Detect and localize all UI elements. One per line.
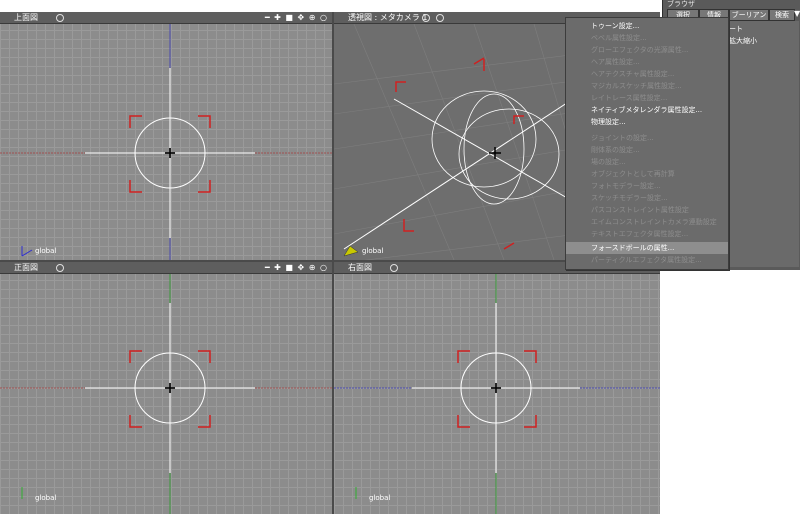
viewport-top-axis-label: global (35, 247, 57, 255)
menu-item-forced-ball[interactable]: フォースドボールの属性... (566, 242, 728, 254)
menu-item-hair-texture[interactable]: ヘアテクスチャ属性設定... (566, 68, 728, 80)
context-menu: トゥーン設定... ベベル属性設定... グローエフェクタの光源属性... ヘア… (565, 17, 729, 270)
viewport-right-scene (334, 274, 660, 514)
menu-item-text-effector[interactable]: テキストエフェクタ属性設定... (566, 228, 728, 240)
menu-item-glow[interactable]: グローエフェクタの光源属性... (566, 44, 728, 56)
browser-tab-boolean[interactable]: ブーリアン (729, 9, 769, 21)
viewport-front-tools[interactable]: ━ ✚ ■ ✥ ⊕ ○ (265, 262, 328, 273)
menu-item-photo-modeler[interactable]: フォトモデラー設定... (566, 180, 728, 192)
browser-row-1[interactable]: 拡大縮小 (729, 36, 757, 46)
viewport-perspective-camera-icon[interactable] (436, 14, 444, 22)
viewport-top-options-icon[interactable] (56, 14, 64, 22)
viewport-right[interactable]: 右面図 ━ ✚ ■ ✥ ⊕ ○ global (334, 262, 660, 514)
viewport-front-axis-label: global (35, 494, 57, 502)
viewport-front[interactable]: 正面図 ━ ✚ ■ ✥ ⊕ ○ global (0, 262, 332, 514)
viewport-top-title[interactable]: 上面図 (14, 12, 38, 23)
menu-item-bevel[interactable]: ベベル属性設定... (566, 32, 728, 44)
menu-item-recalculate[interactable]: オブジェクトとして再計算 (566, 168, 728, 180)
menu-item-sketch-modeler[interactable]: スケッチモデラー設定... (566, 192, 728, 204)
menu-item-toon[interactable]: トゥーン設定... (566, 20, 728, 32)
browser-panel-body (727, 21, 799, 267)
viewport-perspective-options-icon[interactable] (422, 14, 430, 22)
browser-tab-search[interactable]: 検索 (769, 9, 795, 21)
viewport-front-options-icon[interactable] (56, 264, 64, 272)
viewport-top[interactable]: 上面図 ━ ✚ ■ ✥ ⊕ ○ global (0, 12, 332, 260)
browser-menu-icon[interactable]: ▼ (794, 9, 800, 18)
viewport-perspective-title[interactable]: 透視図 : メタカメラ 1 (348, 12, 427, 23)
viewport-right-title[interactable]: 右面図 (348, 262, 372, 273)
viewport-front-scene (0, 274, 332, 514)
menu-item-metarenderer[interactable]: ネイティブメタレンダラ属性設定... (566, 104, 728, 116)
viewport-top-header: 上面図 ━ ✚ ■ ✥ ⊕ ○ (0, 12, 332, 24)
menu-item-joint[interactable]: ジョイントの設定... (566, 132, 728, 144)
browser-row-0[interactable]: ート (729, 24, 743, 34)
menu-item-aim-constraint[interactable]: エイムコンストレイントカメラ連動設定 (566, 216, 728, 228)
menu-item-field[interactable]: 場の設定... (566, 156, 728, 168)
viewport-top-tools[interactable]: ━ ✚ ■ ✥ ⊕ ○ (265, 12, 328, 23)
browser-panel-title: ブラウザ (667, 0, 695, 8)
menu-item-particle-effector[interactable]: パーティクルエフェクタ属性設定... (566, 254, 728, 266)
viewport-right-axis-label: global (369, 494, 391, 502)
viewport-top-scene (0, 24, 332, 260)
viewport-front-header: 正面図 ━ ✚ ■ ✥ ⊕ ○ (0, 262, 332, 274)
menu-item-physics[interactable]: 物理設定... (566, 116, 728, 128)
viewport-front-title[interactable]: 正面図 (14, 262, 38, 273)
menu-item-hair[interactable]: ヘア属性設定... (566, 56, 728, 68)
menu-item-magical-sketch[interactable]: マジカルスケッチ属性設定... (566, 80, 728, 92)
menu-item-raytrace[interactable]: レイトレース属性設定... (566, 92, 728, 104)
menu-item-path-constraint[interactable]: パスコンストレイント属性設定 (566, 204, 728, 216)
viewport-right-options-icon[interactable] (390, 264, 398, 272)
viewport-perspective-axis-label: global (362, 247, 384, 255)
menu-item-rigid-body[interactable]: 剛体系の設定... (566, 144, 728, 156)
